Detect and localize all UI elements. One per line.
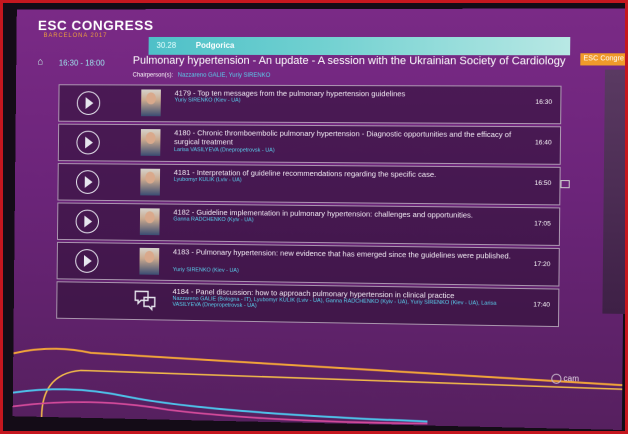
presentation-screen: ESC CONGRESS BARCELONA 2017 30.28 Podgor…: [12, 8, 625, 430]
talk-speaker: Lyubomyr KULIK (Lviv - UA): [173, 176, 242, 184]
chair-names: Nazzareno GALIE, Yuriy SIRENKO: [177, 72, 271, 79]
talk-time: 16:50: [534, 179, 552, 188]
logo-mark-icon: [551, 373, 562, 384]
talk-speaker: Yuriy SIRENKO (Kiev - UA): [172, 267, 239, 274]
talk-speaker: Larisa VASILYEVA (Dnepropetrovsk - UA): [174, 147, 275, 154]
speaker-photo: [139, 247, 160, 275]
talk-time: 16:40: [534, 139, 552, 147]
room-tab[interactable]: 30.28 Podgorica: [148, 36, 571, 56]
play-triangle: [85, 97, 94, 110]
session-title: Pulmonary hypertension - An update - A s…: [132, 54, 566, 68]
talk-row[interactable]: 4184 - Panel discussion: how to approach…: [56, 281, 560, 328]
corner-tag: ESC Congre: [580, 53, 625, 66]
play-triangle: [84, 176, 93, 189]
talk-time: 16:30: [535, 98, 553, 106]
talk-title: 4180 - Chronic thromboembolic pulmonary …: [174, 128, 512, 147]
play-icon[interactable]: [75, 248, 99, 273]
talk-list: 4179 - Top ten messages from the pulmona…: [56, 84, 570, 329]
footer-logo: cam: [551, 373, 580, 385]
play-triangle: [83, 255, 92, 267]
talk-speaker: Yuriy SIRENKO (Kiev - UA): [174, 97, 241, 104]
play-triangle: [84, 215, 93, 228]
tab-room-name: Podgorica: [195, 40, 235, 50]
play-triangle: [85, 136, 94, 149]
play-icon[interactable]: [75, 209, 100, 234]
talk-row[interactable]: 4182 - Guideline implementation in pulmo…: [56, 202, 561, 246]
home-icon[interactable]: ⌂: [37, 57, 47, 68]
brand-subtitle: BARCELONA 2017: [43, 33, 108, 39]
talk-row[interactable]: 4179 - Top ten messages from the pulmona…: [58, 84, 562, 125]
play-icon[interactable]: [76, 130, 100, 155]
congress-logo: ESC CONGRESS BARCELONA 2017: [38, 17, 154, 39]
brand-title: ESC CONGRESS: [37, 17, 154, 34]
talk-row[interactable]: 4181 - Interpretation of guideline recom…: [57, 163, 570, 206]
photo-frame: ESC CONGRESS BARCELONA 2017 30.28 Podgor…: [0, 0, 628, 434]
talk-speaker: Ganna RADCHENKO (Kyiv - UA): [173, 216, 254, 224]
bookmark-icon[interactable]: [560, 180, 570, 189]
chairpersons: Chairperson(s): Nazzareno GALIE, Yuriy S…: [133, 73, 271, 79]
session-time-range: 16:30 - 18:00: [58, 58, 105, 68]
footer-logo-text: cam: [563, 373, 580, 384]
talk-time: 17:40: [533, 301, 551, 309]
speaker-photo: [140, 168, 161, 196]
play-icon[interactable]: [76, 91, 101, 115]
talk-time: 17:20: [533, 260, 551, 269]
decorative-curves: [13, 334, 623, 430]
talk-row[interactable]: 4180 - Chronic thromboembolic pulmonary …: [57, 123, 562, 165]
right-panel: [602, 69, 625, 314]
tab-date: 30.28: [156, 40, 177, 50]
speech-bubbles-icon: [133, 289, 157, 311]
play-icon[interactable]: [75, 170, 100, 194]
talk-title: 4183 - Pulmonary hypertension: new evide…: [172, 247, 511, 261]
speaker-photo: [141, 89, 161, 117]
speaker-photo: [140, 129, 161, 156]
chair-label: Chairperson(s):: [132, 72, 174, 79]
talk-time: 17:05: [534, 220, 551, 228]
speaker-photo: [139, 208, 160, 236]
talk-row[interactable]: 4183 - Pulmonary hypertension: new evide…: [56, 241, 560, 287]
